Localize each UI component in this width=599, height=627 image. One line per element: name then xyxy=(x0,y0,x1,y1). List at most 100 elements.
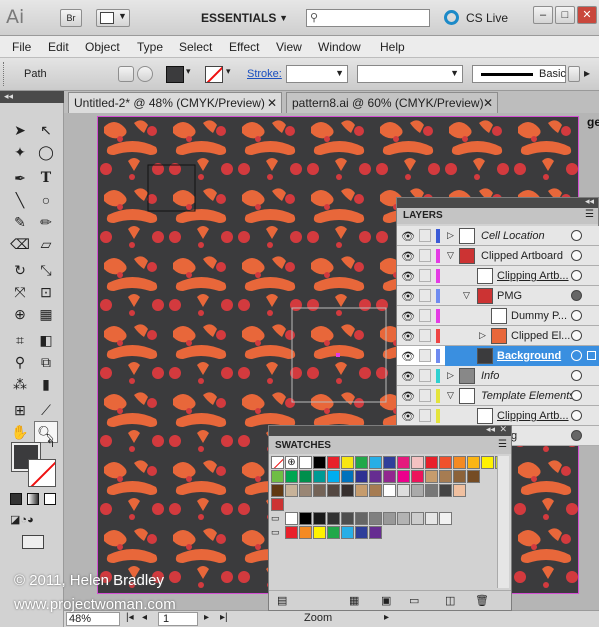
layer-row-dummy[interactable]: 👁︎ Dummy P... xyxy=(397,306,599,326)
pen-tool-icon[interactable]: ✒ xyxy=(8,167,32,189)
rotate-tool-icon[interactable]: ↻ xyxy=(8,259,32,281)
lasso-tool-icon[interactable]: ◯ xyxy=(34,141,58,163)
swatch-libraries-icon[interactable]: ▤ xyxy=(277,594,287,607)
lock-toggle[interactable] xyxy=(419,349,431,362)
artboard-tool-icon[interactable]: ⊞ xyxy=(8,399,32,421)
close-icon[interactable]: ✕ xyxy=(267,93,277,113)
tab-untitled-2[interactable]: Untitled-2* @ 48% (CMYK/Preview) ✕ xyxy=(68,92,282,113)
color-swatch[interactable] xyxy=(383,512,396,525)
target-icon[interactable] xyxy=(571,350,582,361)
color-swatch[interactable] xyxy=(453,484,466,497)
lock-toggle[interactable] xyxy=(419,309,431,322)
expand-arrow-icon[interactable]: ▽ xyxy=(447,390,454,401)
symbol-sprayer-tool-icon[interactable]: ⁂ xyxy=(8,373,32,395)
eye-icon[interactable]: 👁︎ xyxy=(401,250,415,263)
screen-mode-icon[interactable] xyxy=(22,535,44,549)
color-swatch[interactable] xyxy=(327,526,340,539)
color-swatch[interactable] xyxy=(397,470,410,483)
drawing-modes-icon[interactable]: ◪◔◕ xyxy=(10,513,54,527)
direct-selection-tool-icon[interactable]: ↖ xyxy=(34,119,58,141)
color-swatch[interactable] xyxy=(327,470,340,483)
selected-art-indicator[interactable] xyxy=(587,351,596,360)
width-tool-icon[interactable]: ⤧ xyxy=(8,281,32,303)
color-swatch[interactable] xyxy=(299,526,312,539)
magic-wand-tool-icon[interactable]: ✦ xyxy=(8,141,32,163)
paintbrush-tool-icon[interactable]: ✎ xyxy=(8,211,32,233)
close-icon[interactable]: ✕ xyxy=(483,93,493,113)
more-options-icon[interactable]: ▸ xyxy=(584,66,590,80)
lock-toggle[interactable] xyxy=(419,409,431,422)
layer-row-clipping-artboard[interactable]: 👁︎ Clipping Artb... xyxy=(397,266,599,286)
blend-tool-icon[interactable]: ⧉ xyxy=(34,351,58,373)
color-swatch[interactable] xyxy=(313,456,326,469)
radio-mode-button[interactable] xyxy=(137,66,153,82)
color-swatch[interactable] xyxy=(341,470,354,483)
new-swatch-icon[interactable]: ◫ xyxy=(445,594,455,607)
target-icon[interactable] xyxy=(571,330,582,341)
target-icon[interactable] xyxy=(571,430,582,441)
menu-object[interactable]: Object xyxy=(85,40,120,54)
menu-type[interactable]: Type xyxy=(137,40,163,54)
eye-icon[interactable]: 👁︎ xyxy=(401,370,415,383)
panel-menu-icon[interactable]: ☰ xyxy=(585,209,594,220)
color-swatch[interactable] xyxy=(383,484,396,497)
color-swatch[interactable] xyxy=(453,456,466,469)
brush-definition-field[interactable]: Basic xyxy=(472,65,566,83)
menu-select[interactable]: Select xyxy=(179,40,212,54)
layer-row-clipping-artboard-2[interactable]: 👁︎ Clipping Artb... xyxy=(397,406,599,426)
color-swatch[interactable] xyxy=(313,526,326,539)
color-swatch[interactable] xyxy=(355,484,368,497)
target-icon[interactable] xyxy=(571,370,582,381)
pattern-swatch[interactable] xyxy=(271,498,284,511)
stroke-color-box[interactable] xyxy=(28,459,56,487)
color-swatch[interactable] xyxy=(341,512,354,525)
color-swatch[interactable] xyxy=(285,484,298,497)
tab-pattern8[interactable]: pattern8.ai @ 60% (CMYK/Preview) ✕ xyxy=(286,92,498,113)
eye-icon[interactable]: 👁︎ xyxy=(401,330,415,343)
slice-tool-icon[interactable]: ⟋ xyxy=(34,399,58,421)
swatch-options-icon[interactable]: ▣ xyxy=(381,594,391,607)
layer-row-clipped-elements[interactable]: 👁︎ ▷ Clipped El... xyxy=(397,326,599,346)
none-swatch[interactable] xyxy=(271,456,284,469)
color-swatch[interactable] xyxy=(383,470,396,483)
target-icon[interactable] xyxy=(571,310,582,321)
layer-row-clipped-artboard[interactable]: 👁︎ ▽ Clipped Artboard xyxy=(397,246,599,266)
expand-arrow-icon[interactable]: ▷ xyxy=(447,370,454,381)
eraser-tool-icon[interactable]: ▱ xyxy=(34,233,58,255)
color-swatch[interactable] xyxy=(411,456,424,469)
search-input[interactable]: ⚲ xyxy=(306,9,430,27)
none-mode-icon[interactable] xyxy=(44,493,56,505)
color-swatch[interactable] xyxy=(327,512,340,525)
layers-tab[interactable]: LAYERS ☰ xyxy=(397,208,598,224)
maximize-button[interactable]: □ xyxy=(555,6,575,24)
column-graph-tool-icon[interactable]: ▮ xyxy=(34,373,58,395)
blob-brush-tool-icon[interactable]: ⌫ xyxy=(8,233,32,255)
color-swatch[interactable] xyxy=(369,512,382,525)
lock-toggle[interactable] xyxy=(419,289,431,302)
lock-toggle[interactable] xyxy=(419,229,431,242)
swap-fill-stroke-icon[interactable]: ↰ xyxy=(46,437,55,450)
color-swatch[interactable] xyxy=(355,456,368,469)
new-color-group-icon[interactable]: ▭ xyxy=(409,594,419,607)
gradient-tool-icon[interactable]: ◧ xyxy=(34,329,58,351)
color-swatch[interactable] xyxy=(383,456,396,469)
eye-icon[interactable]: 👁︎ xyxy=(401,270,415,283)
color-swatch[interactable] xyxy=(327,484,340,497)
bridge-button[interactable]: Br xyxy=(60,9,82,27)
color-swatch[interactable] xyxy=(369,526,382,539)
menu-help[interactable]: Help xyxy=(380,40,405,54)
panel-menu-icon[interactable]: ☰ xyxy=(498,439,507,450)
color-swatch[interactable] xyxy=(299,456,312,469)
line-tool-icon[interactable]: ╲ xyxy=(8,189,32,211)
mesh-tool-icon[interactable]: ⌗ xyxy=(8,329,32,351)
color-swatch[interactable] xyxy=(369,456,382,469)
expand-arrow-icon[interactable]: ▽ xyxy=(463,290,470,301)
color-swatch[interactable] xyxy=(425,484,438,497)
color-swatch[interactable] xyxy=(313,512,326,525)
color-swatch[interactable] xyxy=(299,512,312,525)
color-swatch[interactable] xyxy=(341,456,354,469)
status-menu-icon[interactable]: ▸ xyxy=(384,612,389,623)
color-swatch[interactable] xyxy=(439,456,452,469)
eye-icon[interactable]: 👁︎ xyxy=(401,290,415,303)
expand-arrow-icon[interactable]: ▷ xyxy=(447,230,454,241)
